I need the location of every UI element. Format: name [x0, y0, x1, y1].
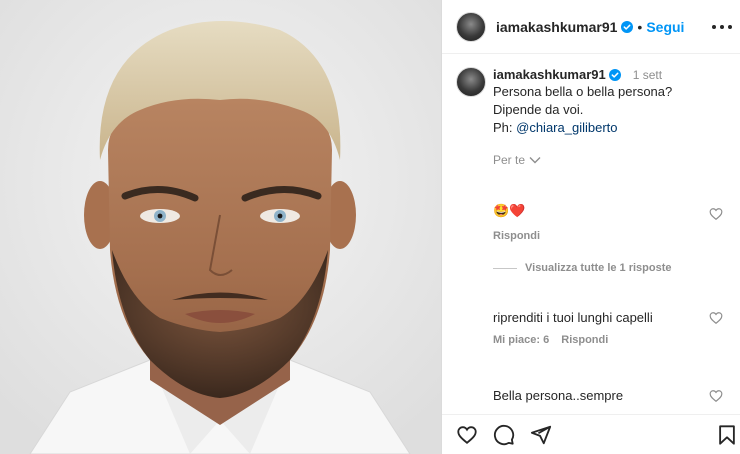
post-photo[interactable]	[0, 0, 441, 454]
comment-item: 🤩❤️ Rispondi	[493, 203, 723, 242]
reply-button[interactable]: Rispondi	[561, 334, 608, 346]
follow-button[interactable]: Segui	[646, 19, 684, 35]
verified-badge-icon	[608, 68, 621, 81]
comment-item: Bella persona..sempre	[493, 388, 723, 403]
comment-text: 🤩❤️	[493, 203, 526, 218]
header-separator: •	[637, 18, 643, 35]
caption-text: Persona bella o bella persona? Dipende d…	[493, 84, 673, 117]
comment-text: Bella persona..sempre	[493, 388, 624, 403]
view-replies-label: Visualizza tutte le 1 risposte	[525, 262, 672, 274]
comment-like-icon[interactable]	[709, 311, 723, 325]
caption-timestamp[interactable]: 1 sett	[633, 68, 662, 82]
credit-prefix: Ph:	[493, 120, 517, 135]
caption-credit: Ph: @chiara_giliberto	[493, 119, 723, 137]
more-horizontal-icon[interactable]	[712, 18, 732, 36]
comments-list[interactable]: iamakashkumar91 1 sett Persona bella o b…	[442, 55, 740, 413]
translate-label: Per te	[493, 153, 526, 167]
comment-like-icon[interactable]	[709, 207, 723, 221]
verified-badge-icon	[621, 20, 634, 33]
author-avatar[interactable]	[456, 11, 486, 42]
portrait-image	[0, 0, 441, 454]
comment-like-icon[interactable]	[709, 389, 723, 403]
caption-author-avatar[interactable]	[456, 67, 486, 97]
send-icon[interactable]	[530, 424, 552, 446]
reply-button[interactable]: Rispondi	[493, 230, 540, 242]
author-username[interactable]: iamakashkumar91	[496, 19, 617, 35]
comment-likes[interactable]: Mi piace: 6	[493, 334, 549, 346]
comment-item: riprenditi i tuoi lunghi capelli Mi piac…	[493, 310, 723, 346]
heart-icon[interactable]	[456, 424, 478, 446]
chevron-down-icon	[529, 153, 541, 167]
see-translation-toggle[interactable]: Per te	[493, 153, 541, 167]
post-header: iamakashkumar91 • Segui	[442, 0, 740, 54]
view-replies-button[interactable]: Visualizza tutte le 1 risposte	[493, 262, 672, 274]
action-bar	[442, 414, 740, 454]
comment-text: riprenditi i tuoi lunghi capelli	[493, 310, 653, 325]
bookmark-icon[interactable]	[716, 424, 738, 446]
replies-line	[493, 267, 517, 269]
post-side-panel: iamakashkumar91 • Segui iamakashkumar91 …	[442, 0, 740, 454]
comment-icon[interactable]	[493, 424, 515, 446]
mention-link[interactable]: @chiara_giliberto	[516, 120, 617, 135]
caption-author-username[interactable]: iamakashkumar91	[493, 67, 606, 82]
